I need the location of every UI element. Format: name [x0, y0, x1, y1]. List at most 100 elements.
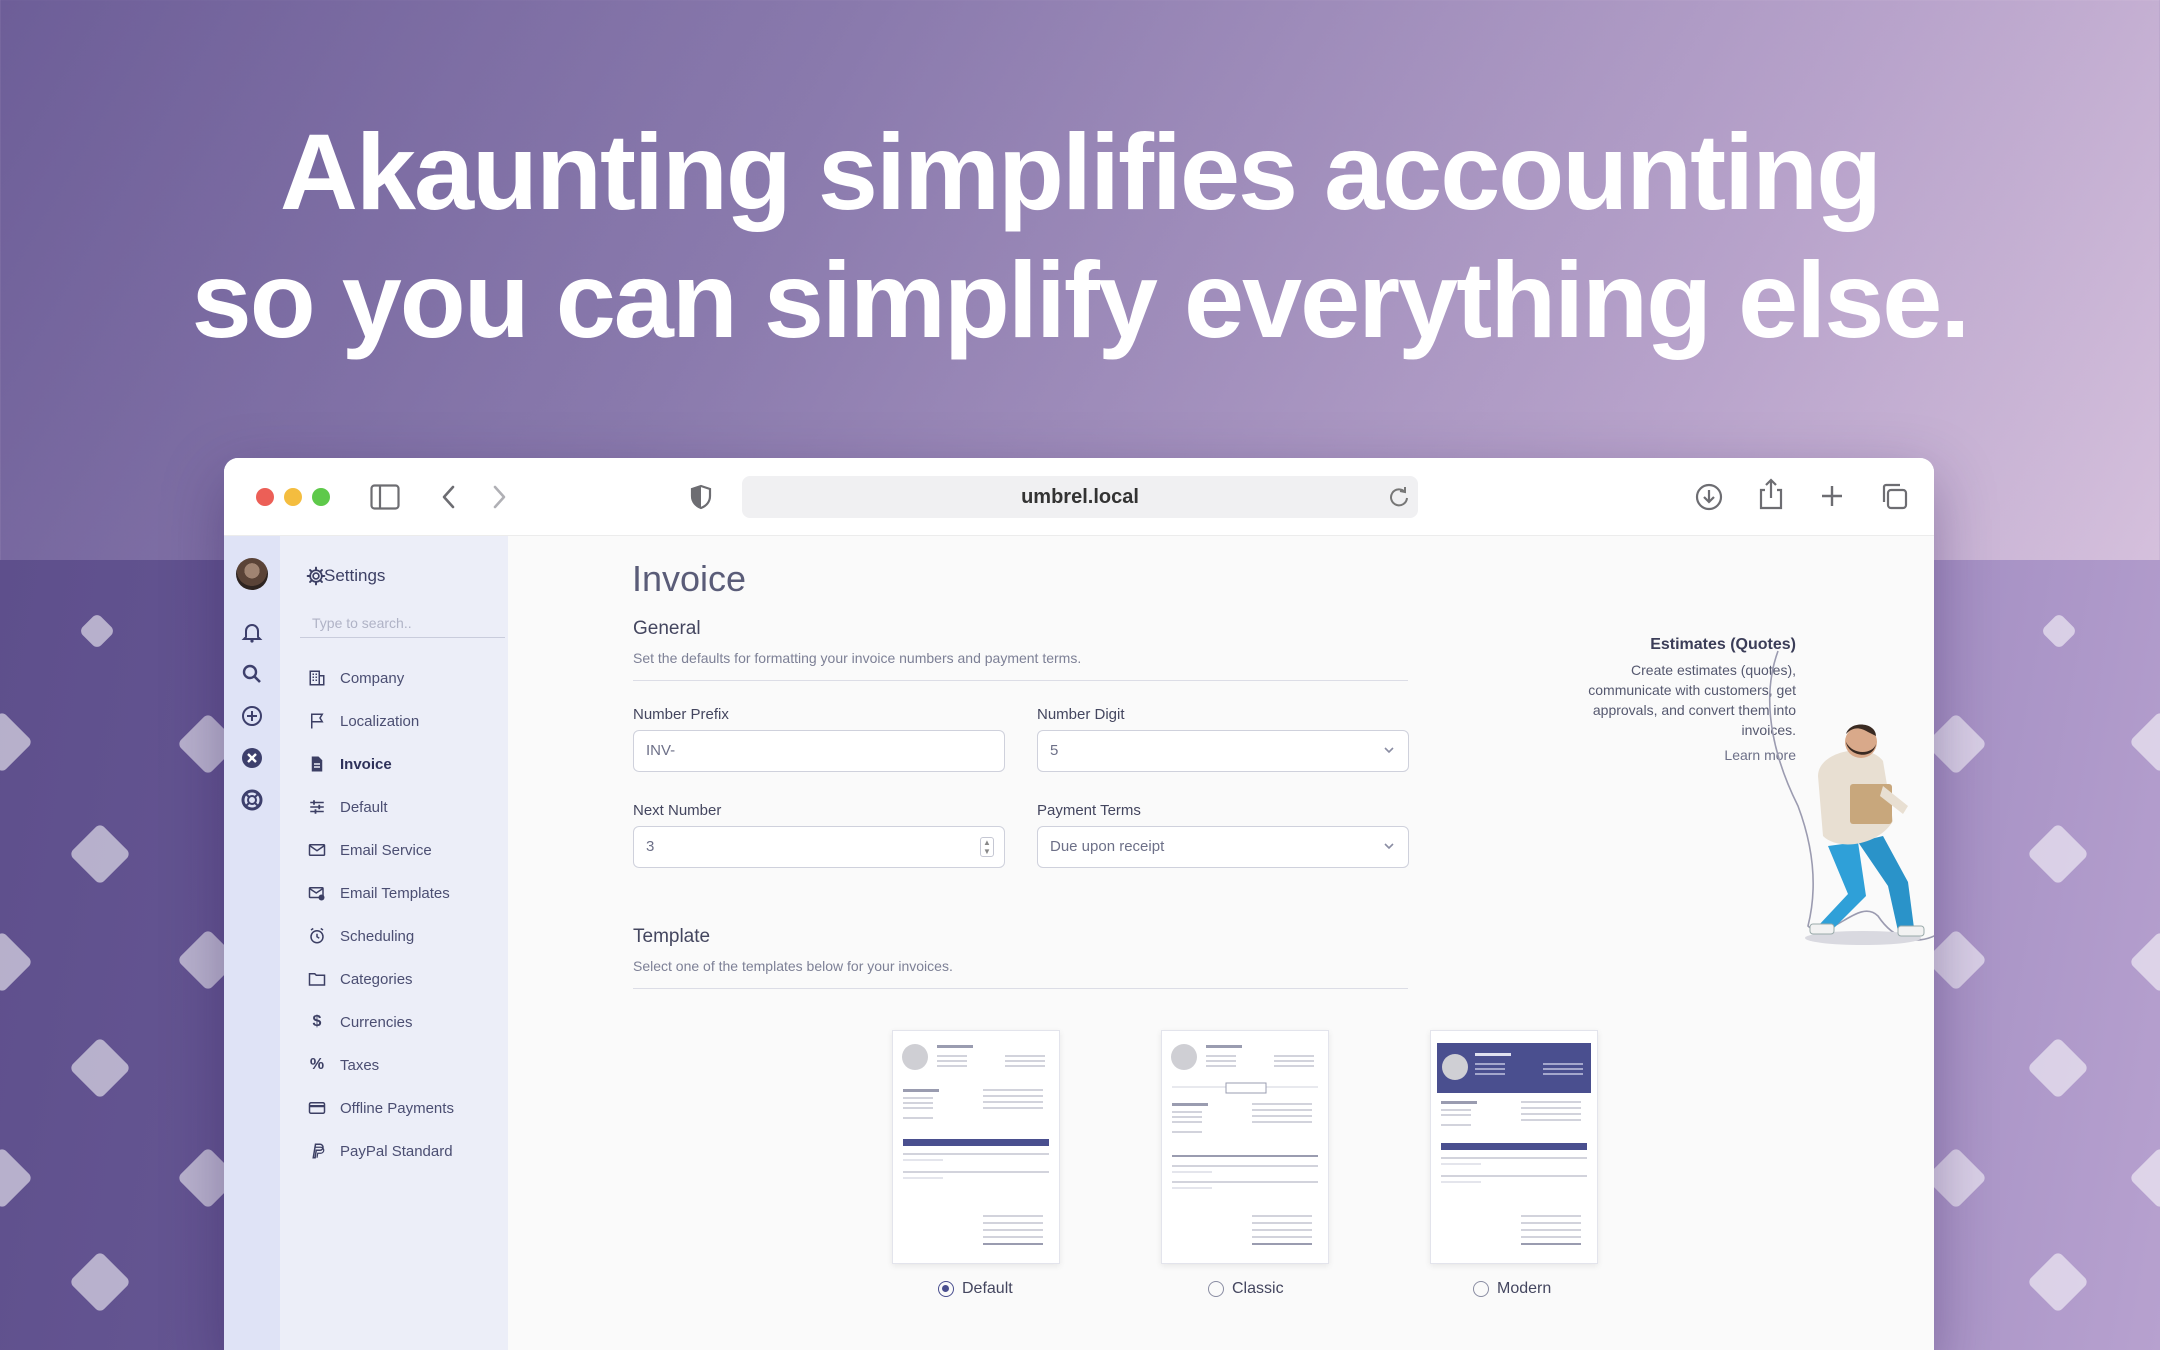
mail-template-icon — [308, 887, 325, 901]
sidebar-item-label: Localization — [340, 712, 420, 730]
bell-icon[interactable] — [240, 620, 264, 644]
paypal-icon — [312, 1143, 325, 1159]
search-icon[interactable] — [240, 662, 264, 686]
building-icon — [309, 670, 325, 686]
radio-indicator[interactable] — [938, 1281, 954, 1297]
forward-icon[interactable] — [490, 484, 508, 510]
sidebar-toggle-icon[interactable] — [370, 484, 400, 510]
sidebar-item-categories[interactable]: Categories — [306, 967, 413, 991]
document-icon — [311, 756, 323, 772]
browser-window: umbrel.local Settings Type to search.. C… — [224, 458, 1934, 1350]
sidebar-item-label: Currencies — [340, 1013, 413, 1031]
sidebar-item-label: Scheduling — [340, 927, 415, 945]
back-icon[interactable] — [440, 484, 458, 510]
sidebar-item-email-templates[interactable]: Email Templates — [306, 881, 450, 905]
template-preview-modern[interactable] — [1430, 1030, 1598, 1264]
sliders-icon — [310, 800, 324, 814]
icon-rail — [224, 536, 280, 1350]
radio-indicator[interactable] — [1208, 1281, 1224, 1297]
sidebar-item-label: Company — [340, 669, 405, 687]
template-preview-default[interactable] — [892, 1030, 1060, 1264]
mail-icon — [308, 844, 326, 856]
browser-toolbar: umbrel.local — [224, 458, 1934, 536]
number-prefix-input[interactable]: INV- — [633, 730, 1005, 772]
clock-icon — [310, 927, 324, 944]
sidebar-item-label: PayPal Standard — [340, 1142, 453, 1160]
sidebar-item-invoice[interactable]: Invoice — [306, 752, 392, 776]
sidebar-item-label: Taxes — [340, 1056, 380, 1074]
template-section-title: Template — [633, 926, 711, 947]
tabs-overview-icon[interactable] — [1880, 482, 1908, 510]
next-number-label: Next Number — [633, 802, 722, 819]
url-text: umbrel.local — [1021, 486, 1139, 508]
payment-terms-value: Due upon receipt — [1050, 838, 1165, 855]
promo-illustration — [1768, 650, 1934, 945]
sidebar-item-label: Default — [340, 798, 388, 816]
share-icon[interactable] — [1758, 478, 1784, 510]
credit-card-icon — [308, 1102, 326, 1114]
sidebar-item-label: Offline Payments — [340, 1099, 454, 1117]
address-bar[interactable]: umbrel.local — [742, 476, 1418, 518]
invoice-thumbnail — [902, 1044, 1049, 1245]
general-section-title: General — [633, 618, 701, 639]
zoom-window-button[interactable] — [312, 488, 330, 506]
chevron-down-icon — [1384, 843, 1394, 850]
payment-terms-select[interactable]: Due upon receipt — [1037, 826, 1409, 868]
percent-icon: % — [309, 1056, 325, 1073]
settings-search-input[interactable] — [300, 608, 505, 638]
sidebar-item-paypal-standard[interactable]: PayPal Standard — [306, 1139, 453, 1163]
help-lifebuoy-icon[interactable] — [240, 788, 264, 812]
sidebar-item-currencies[interactable]: $ Currencies — [306, 1010, 413, 1034]
folder-icon — [308, 973, 326, 986]
sidebar-item-taxes[interactable]: % Taxes — [306, 1053, 379, 1077]
sidebar-item-label: Invoice — [340, 755, 392, 773]
flag-icon — [311, 713, 324, 729]
settings-sidebar: Settings Company Localization Invoice De… — [280, 536, 508, 1350]
sidebar-item-label: Email Templates — [340, 884, 450, 902]
general-section-description: Set the defaults for formatting your inv… — [633, 650, 1082, 666]
download-icon[interactable] — [1694, 482, 1724, 512]
template-preview-classic[interactable] — [1161, 1030, 1329, 1264]
sidebar-item-default[interactable]: Default — [306, 795, 388, 819]
main-content: Invoice General Set the defaults for for… — [508, 536, 1934, 1350]
minimize-window-button[interactable] — [284, 488, 302, 506]
next-number-value: 3 — [646, 838, 655, 855]
sidebar-item-label: Email Service — [340, 841, 432, 859]
privacy-shield-icon[interactable] — [690, 484, 712, 510]
number-digit-label: Number Digit — [1037, 706, 1125, 723]
plus-circle-icon[interactable] — [240, 704, 264, 728]
headline-line-2: so you can simplify everything else. — [191, 239, 1971, 360]
number-digit-select[interactable]: 5 — [1037, 730, 1409, 772]
new-tab-icon[interactable] — [1820, 484, 1844, 508]
divider — [633, 680, 1408, 681]
headline: Akaunting simplifies accounting so you c… — [0, 108, 2160, 364]
number-stepper[interactable]: ▲ ▼ — [980, 837, 994, 857]
gear-icon — [306, 566, 326, 586]
template-label-default: Default — [962, 1280, 1013, 1297]
sidebar-item-company[interactable]: Company — [306, 666, 404, 690]
headline-line-1: Akaunting simplifies accounting — [279, 111, 1882, 232]
template-radio-default[interactable]: Default — [938, 1280, 1013, 1298]
template-radio-modern[interactable]: Modern — [1473, 1280, 1551, 1298]
template-label-classic: Classic — [1232, 1280, 1284, 1297]
sidebar-item-offline-payments[interactable]: Offline Payments — [306, 1096, 454, 1120]
invoice-thumbnail — [1171, 1044, 1318, 1245]
close-circle-icon[interactable] — [240, 746, 264, 770]
dollar-icon: $ — [312, 1013, 322, 1030]
sidebar-item-scheduling[interactable]: Scheduling — [306, 924, 414, 948]
reload-icon[interactable] — [1388, 485, 1410, 509]
radio-indicator[interactable] — [1473, 1281, 1489, 1297]
sidebar-item-email-service[interactable]: Email Service — [306, 838, 432, 862]
template-radio-classic[interactable]: Classic — [1208, 1280, 1284, 1298]
settings-title: Settings — [324, 566, 386, 585]
avatar[interactable] — [236, 558, 268, 590]
divider — [633, 988, 1408, 989]
template-label-modern: Modern — [1497, 1280, 1552, 1297]
number-digit-value: 5 — [1050, 742, 1059, 759]
sidebar-item-localization[interactable]: Localization — [306, 709, 419, 733]
next-number-input[interactable]: 3 ▲ ▼ — [633, 826, 1005, 868]
template-section-description: Select one of the templates below for yo… — [633, 958, 953, 974]
page-title: Invoice — [632, 558, 747, 599]
close-window-button[interactable] — [256, 488, 274, 506]
chevron-down-icon — [1384, 747, 1394, 754]
